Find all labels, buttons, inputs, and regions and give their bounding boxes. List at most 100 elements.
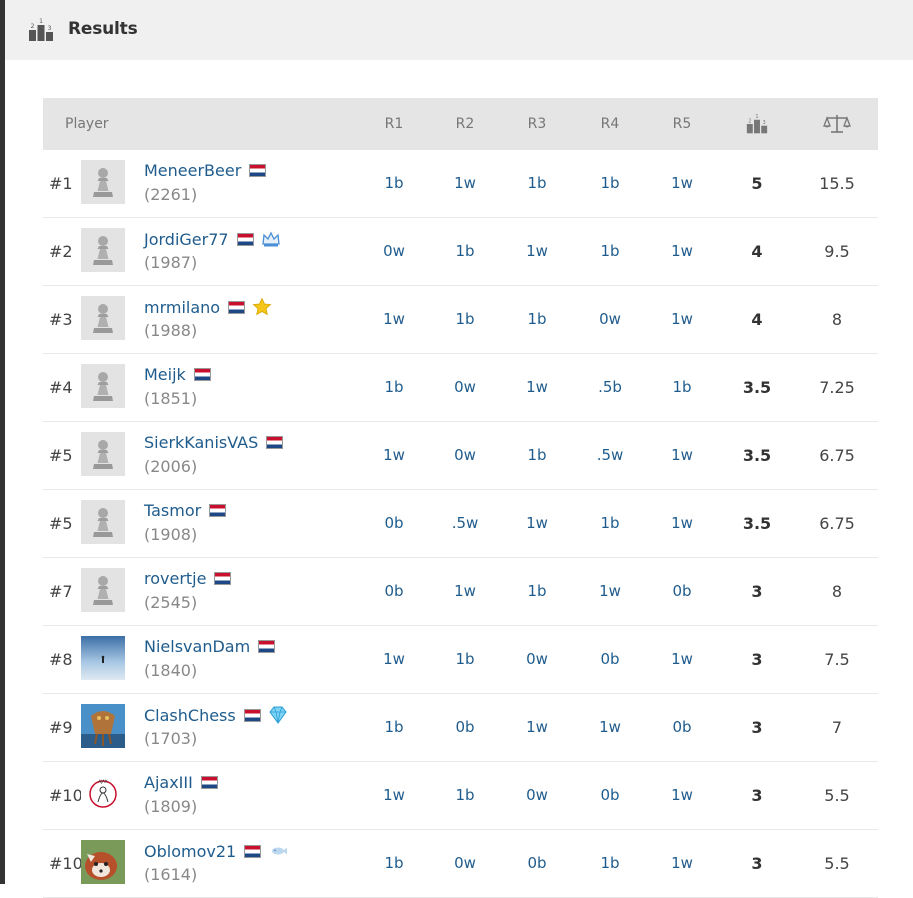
round-2-result[interactable]: 0w	[440, 422, 490, 489]
round-3-result[interactable]: 1b	[512, 150, 562, 217]
round-2-result[interactable]: 1b	[440, 218, 490, 285]
netherlands-flag-icon	[266, 436, 284, 449]
player-name-link[interactable]: Tasmor	[144, 501, 201, 520]
round-5-result[interactable]: 1w	[657, 422, 707, 489]
round-5-result[interactable]: 0b	[657, 694, 707, 761]
round-1-result[interactable]: 1w	[369, 422, 419, 489]
round-5-result[interactable]: 1w	[657, 218, 707, 285]
round-4-result[interactable]: .5w	[585, 422, 635, 489]
player-name-link[interactable]: Meijk	[144, 365, 186, 384]
player-avatar[interactable]	[81, 364, 125, 408]
round-3-result[interactable]: 0b	[512, 830, 562, 897]
player-avatar[interactable]	[81, 432, 125, 476]
round-1-result[interactable]: 1w	[369, 626, 419, 693]
player-name-link[interactable]: Oblomov21	[144, 842, 236, 861]
round-1-result[interactable]: 1b	[369, 694, 419, 761]
player-rank: #8	[49, 650, 73, 669]
round-5-result[interactable]: 1w	[657, 490, 707, 557]
round-3-result[interactable]: 0w	[512, 626, 562, 693]
player-name-link[interactable]: mrmilano	[144, 298, 220, 317]
round-3-result[interactable]: 1w	[512, 490, 562, 557]
round-4-result[interactable]: 1b	[585, 830, 635, 897]
round-1-result[interactable]: 1b	[369, 354, 419, 421]
round-3-result[interactable]: 1w	[512, 218, 562, 285]
round-1-result[interactable]: 0w	[369, 218, 419, 285]
table-row: #5 SierkKanisVAS (2006) 1w 0w 1b .5w 1w 3.5 6.75	[43, 422, 878, 490]
round-5-result[interactable]: 1w	[657, 626, 707, 693]
round-5-result[interactable]: 1w	[657, 762, 707, 829]
player-name-link[interactable]: ClashChess	[144, 706, 236, 725]
round-1-result[interactable]: 0b	[369, 490, 419, 557]
round-3-result[interactable]: 1b	[512, 558, 562, 625]
round-1-result[interactable]: 1w	[369, 762, 419, 829]
results-table: Player R1 R2 R3 R4 R5 2 1 3 #1 MeneerBeer…	[43, 98, 878, 898]
column-header-player[interactable]: Player	[65, 98, 109, 150]
round-5-result[interactable]: 1w	[657, 286, 707, 353]
podium-icon[interactable]: 2 1 3	[746, 113, 768, 135]
round-4-result[interactable]: 1b	[585, 218, 635, 285]
round-3-result[interactable]: 1w	[512, 354, 562, 421]
round-1-result[interactable]: 0b	[369, 558, 419, 625]
round-2-result[interactable]: .5w	[440, 490, 490, 557]
player-name-link[interactable]: AjaxIII	[144, 773, 193, 792]
round-4-result[interactable]: 0b	[585, 762, 635, 829]
player-avatar[interactable]	[81, 704, 125, 748]
round-2-result[interactable]: 1w	[440, 150, 490, 217]
round-4-result[interactable]: .5b	[585, 354, 635, 421]
player-points: 3	[751, 718, 763, 737]
player-avatar[interactable]	[81, 636, 125, 680]
scale-icon[interactable]	[823, 113, 851, 135]
svg-text:1: 1	[39, 18, 43, 25]
player-avatar[interactable]	[81, 296, 125, 340]
player-name-line: Oblomov21	[144, 841, 288, 861]
column-header-r1[interactable]: R1	[369, 98, 419, 150]
round-2-result[interactable]: 0w	[440, 354, 490, 421]
player-tiebreak: 9.5	[824, 242, 850, 261]
round-4-result[interactable]: 1b	[585, 490, 635, 557]
round-1-result[interactable]: 1b	[369, 830, 419, 897]
round-1-result[interactable]: 1w	[369, 286, 419, 353]
round-2-result[interactable]: 0b	[440, 694, 490, 761]
column-header-r4[interactable]: R4	[585, 98, 635, 150]
player-name-link[interactable]: MeneerBeer	[144, 161, 241, 180]
round-4-result[interactable]: 1w	[585, 694, 635, 761]
round-5-result[interactable]: 1w	[657, 830, 707, 897]
player-avatar[interactable]	[81, 160, 125, 204]
table-row: #4 Meijk (1851) 1b 0w 1w .5b 1b 3.5 7.25	[43, 354, 878, 422]
round-4-result[interactable]: 0w	[585, 286, 635, 353]
player-name-link[interactable]: NielsvanDam	[144, 637, 250, 656]
round-3-result[interactable]: 1b	[512, 422, 562, 489]
round-4-result[interactable]: 1b	[585, 150, 635, 217]
player-name-link[interactable]: rovertje	[144, 569, 206, 588]
round-2-result[interactable]: 1w	[440, 558, 490, 625]
svg-text:3: 3	[763, 120, 766, 126]
round-4-result[interactable]: 0b	[585, 626, 635, 693]
round-5-result[interactable]: 1w	[657, 150, 707, 217]
round-1-result[interactable]: 1b	[369, 150, 419, 217]
round-2-result[interactable]: 1b	[440, 762, 490, 829]
player-tiebreak: 7.5	[824, 650, 850, 669]
column-header-r3[interactable]: R3	[512, 98, 562, 150]
column-header-r2[interactable]: R2	[440, 98, 490, 150]
player-avatar[interactable]	[81, 228, 125, 272]
player-name-link[interactable]: SierkKanisVAS	[144, 433, 258, 452]
player-points: 3	[751, 786, 763, 805]
table-row: #1 MeneerBeer (2261) 1b 1w 1b 1b 1w 5 15.5	[43, 150, 878, 218]
round-3-result[interactable]: 0w	[512, 762, 562, 829]
player-name-link[interactable]: JordiGer77	[144, 230, 229, 249]
round-3-result[interactable]: 1b	[512, 286, 562, 353]
player-avatar[interactable]	[81, 500, 125, 544]
column-header-r5[interactable]: R5	[657, 98, 707, 150]
page-title: Results	[68, 19, 138, 39]
round-4-result[interactable]: 1w	[585, 558, 635, 625]
round-3-result[interactable]: 1w	[512, 694, 562, 761]
player-avatar[interactable]	[81, 840, 125, 884]
player-rank: #5	[49, 446, 73, 465]
round-2-result[interactable]: 1b	[440, 626, 490, 693]
round-2-result[interactable]: 0w	[440, 830, 490, 897]
round-5-result[interactable]: 1b	[657, 354, 707, 421]
round-2-result[interactable]: 1b	[440, 286, 490, 353]
player-avatar[interactable]: AJAX	[81, 772, 125, 816]
player-avatar[interactable]	[81, 568, 125, 612]
round-5-result[interactable]: 0b	[657, 558, 707, 625]
